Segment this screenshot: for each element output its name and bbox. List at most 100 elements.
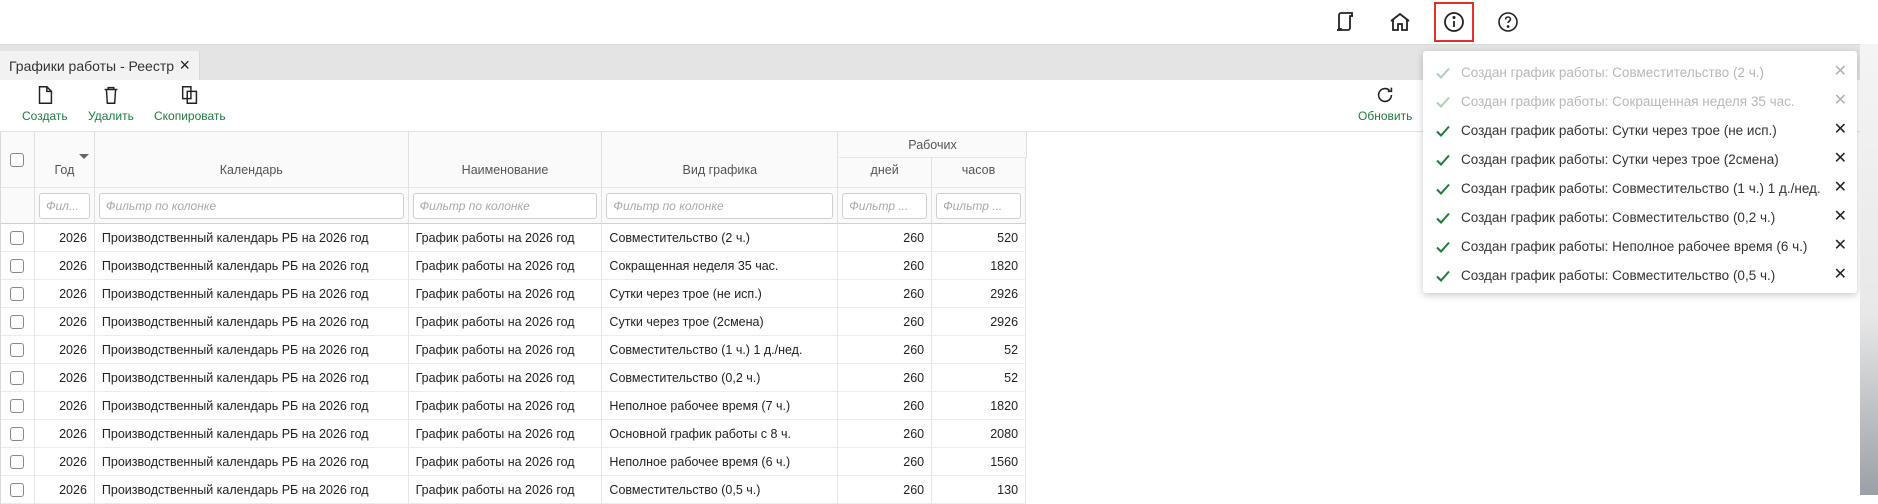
close-icon[interactable]: ✕ xyxy=(1834,180,1847,196)
info-icon[interactable] xyxy=(1434,2,1474,42)
grid-filter-row xyxy=(1,188,1026,224)
cell-name: График работы на 2026 год xyxy=(408,336,603,364)
filter-cell-hours xyxy=(932,188,1026,224)
cell-hours: 52 xyxy=(932,364,1027,392)
table-row[interactable]: 2026 Производственный календарь РБ на 20… xyxy=(1,476,1027,504)
close-icon[interactable]: ✕ xyxy=(1834,267,1847,283)
cell-type: Сокращенная неделя 35 час. xyxy=(602,252,839,280)
cell-days: 260 xyxy=(838,476,933,504)
refresh-button[interactable]: Обновить xyxy=(1358,84,1412,130)
cell-year: 2026 xyxy=(34,420,95,448)
row-checkbox[interactable] xyxy=(10,426,25,441)
scroll-icon[interactable] xyxy=(1330,6,1362,38)
cell-year: 2026 xyxy=(34,392,95,420)
table-row[interactable]: 2026 Производственный календарь РБ на 20… xyxy=(1,448,1027,476)
row-checkbox[interactable] xyxy=(10,342,25,357)
create-button[interactable]: Создать xyxy=(22,84,68,130)
row-checkbox[interactable] xyxy=(10,454,25,469)
row-select-cell xyxy=(1,224,35,252)
row-checkbox[interactable] xyxy=(10,370,25,385)
cell-days: 260 xyxy=(838,336,933,364)
new-document-icon xyxy=(38,86,52,104)
help-icon[interactable] xyxy=(1492,6,1524,38)
cell-type: Совместительство (1 ч.) 1 д./нед. xyxy=(602,336,839,364)
table-row[interactable]: 2026 Производственный календарь РБ на 20… xyxy=(1,420,1027,448)
cell-type: Совместительство (0,5 ч.) xyxy=(602,476,839,504)
table-row[interactable]: 2026 Производственный календарь РБ на 20… xyxy=(1,336,1027,364)
table-row[interactable]: 2026 Производственный календарь РБ на 20… xyxy=(1,364,1027,392)
row-checkbox[interactable] xyxy=(10,314,25,329)
filter-input-name[interactable] xyxy=(412,193,598,219)
notification-item: Создан график работы: Совместительство (… xyxy=(1423,261,1857,290)
cell-calendar: Производственный календарь РБ на 2026 го… xyxy=(94,224,409,252)
filter-cell-year xyxy=(34,188,95,224)
checkmark-icon xyxy=(1436,241,1450,253)
notification-text: Создан график работы: Сутки через трое (… xyxy=(1461,123,1777,138)
filter-input-calendar[interactable] xyxy=(98,193,404,219)
cell-hours: 130 xyxy=(932,476,1027,504)
cell-name: График работы на 2026 год xyxy=(408,252,603,280)
refresh-icon xyxy=(1378,87,1393,103)
cell-name: График работы на 2026 год xyxy=(408,308,603,336)
close-icon[interactable]: ✕ xyxy=(1834,122,1847,138)
table-row[interactable]: 2026 Производственный календарь РБ на 20… xyxy=(1,280,1027,308)
notification-text: Создан график работы: Совместительство (… xyxy=(1461,210,1776,225)
notifications-panel: Создан график работы: Совместительство (… xyxy=(1423,51,1857,293)
close-icon[interactable]: ✕ xyxy=(1834,151,1847,167)
cell-calendar: Производственный календарь РБ на 2026 го… xyxy=(94,448,409,476)
filter-cell-empty xyxy=(1,188,35,224)
cell-name: График работы на 2026 год xyxy=(408,420,603,448)
filter-input-days[interactable] xyxy=(842,193,928,219)
close-icon[interactable]: ✕ xyxy=(1834,209,1847,225)
close-icon[interactable]: ✕ xyxy=(1834,238,1847,254)
cell-type: Совместительство (2 ч.) xyxy=(602,224,839,252)
cell-name: График работы на 2026 год xyxy=(408,392,603,420)
checkmark-icon xyxy=(1436,96,1450,108)
tab-title: Графики работы - Реестр xyxy=(9,58,175,74)
cell-name: График работы на 2026 год xyxy=(408,224,603,252)
table-row[interactable]: 2026 Производственный календарь РБ на 20… xyxy=(1,392,1027,420)
filter-input-type[interactable] xyxy=(606,193,834,219)
notification-text: Создан график работы: Неполное рабочее в… xyxy=(1461,239,1808,254)
copy-button[interactable]: Скопировать xyxy=(154,84,226,130)
cell-name: График работы на 2026 год xyxy=(408,448,603,476)
row-checkbox[interactable] xyxy=(10,398,25,413)
cell-calendar: Производственный календарь РБ на 2026 го… xyxy=(94,252,409,280)
table-row[interactable]: 2026 Производственный календарь РБ на 20… xyxy=(1,308,1027,336)
cell-name: График работы на 2026 год xyxy=(408,280,603,308)
table-row[interactable]: 2026 Производственный календарь РБ на 20… xyxy=(1,252,1027,280)
delete-button-label: Удалить xyxy=(88,109,134,123)
close-icon[interactable]: × xyxy=(179,56,190,74)
column-header-calendar-label: Календарь xyxy=(219,163,283,177)
column-header-type[interactable]: Вид графика xyxy=(602,132,839,188)
grid-header-row: Год Календарь Наименование Вид графика д… xyxy=(1,132,1027,188)
row-checkbox[interactable] xyxy=(10,230,25,245)
close-icon[interactable]: ✕ xyxy=(1834,64,1847,80)
checkmark-icon xyxy=(1436,183,1450,195)
home-icon[interactable] xyxy=(1384,6,1416,38)
row-checkbox[interactable] xyxy=(10,286,25,301)
filter-input-year[interactable] xyxy=(38,193,90,219)
delete-button[interactable]: Удалить xyxy=(88,84,134,130)
column-header-year[interactable]: Год xyxy=(34,132,95,188)
cell-calendar: Производственный календарь РБ на 2026 го… xyxy=(94,280,409,308)
column-group-header-label: Рабочих xyxy=(908,137,957,152)
cell-year: 2026 xyxy=(34,280,95,308)
filter-input-hours[interactable] xyxy=(936,193,1021,219)
close-icon[interactable]: ✕ xyxy=(1834,93,1847,109)
filter-cell-type xyxy=(602,188,839,224)
filter-cell-calendar xyxy=(94,188,409,224)
notification-text: Создан график работы: Совместительство (… xyxy=(1461,65,1764,80)
notification-item: Создан график работы: Сокращенная неделя… xyxy=(1423,87,1857,116)
row-checkbox[interactable] xyxy=(10,482,25,497)
tab-schedules-registry[interactable]: Графики работы - Реестр × xyxy=(0,51,200,81)
row-checkbox[interactable] xyxy=(10,258,25,273)
notification-item: Создан график работы: Совместительство (… xyxy=(1423,58,1857,87)
table-row[interactable]: 2026 Производственный календарь РБ на 20… xyxy=(1,224,1027,252)
select-all-checkbox[interactable] xyxy=(10,152,25,167)
notification-text: Создан график работы: Сутки через трое (… xyxy=(1461,152,1779,167)
column-header-calendar[interactable]: Календарь xyxy=(94,132,409,188)
column-header-name[interactable]: Наименование xyxy=(408,132,603,188)
cell-hours: 1820 xyxy=(932,392,1027,420)
cell-hours: 52 xyxy=(932,336,1027,364)
